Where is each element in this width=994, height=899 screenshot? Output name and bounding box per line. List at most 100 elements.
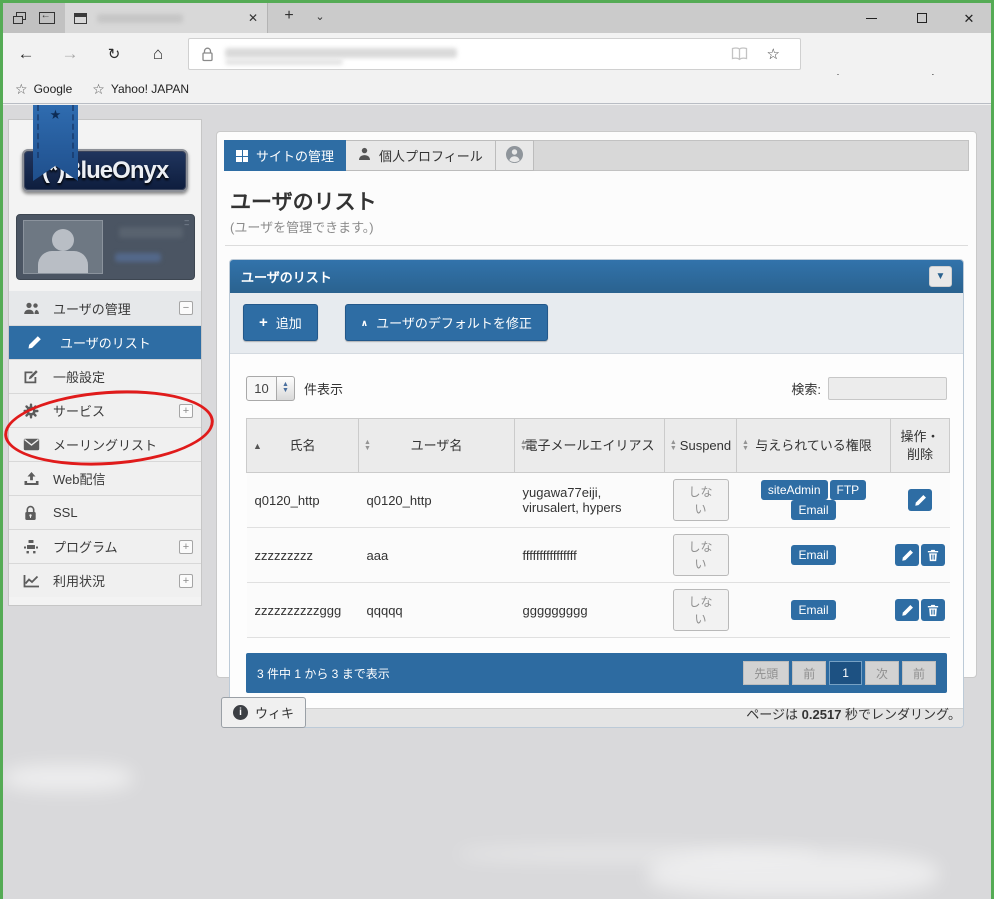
tab-extra[interactable] xyxy=(496,140,534,171)
web-page: ★ (*)BlueOnyx –– ユーザの管理 − xyxy=(3,105,991,899)
suspend-button[interactable]: しない xyxy=(673,479,729,521)
edit-square-icon xyxy=(23,369,40,384)
sidebar-item-label: ユーザのリスト xyxy=(60,333,151,352)
col-header-name[interactable]: ▲氏名 xyxy=(247,419,359,473)
capture-frame-top xyxy=(0,0,994,3)
bookmark-google[interactable]: ☆Google xyxy=(15,81,72,98)
sidebar-item-label: ユーザの管理 xyxy=(53,299,131,318)
pagination-prev[interactable]: 前 xyxy=(792,661,826,685)
set-aside-area xyxy=(3,3,65,33)
tab-preview-chevron-icon[interactable]: ⌄ xyxy=(309,10,331,23)
maximize-icon xyxy=(917,13,927,23)
main-content-card: サイトの管理 個人プロフィール ユーザのリスト (ユーザを管理できます。) xyxy=(216,131,977,678)
add-favorite-star-icon[interactable]: ☆ xyxy=(767,45,780,63)
perm-badge: siteAdmin xyxy=(761,480,828,500)
sidebar-item-user-list[interactable]: ユーザのリスト xyxy=(9,325,201,359)
cell-name: q0120_http xyxy=(247,473,359,528)
minimize-icon xyxy=(866,18,877,19)
sort-both-icon: ▲▼ xyxy=(364,440,371,452)
sidebar-item-usage[interactable]: 利用状況 + xyxy=(9,563,201,597)
sidebar-item-general-settings[interactable]: 一般設定 xyxy=(9,359,201,393)
spinner-arrows-icon[interactable]: ▲▼ xyxy=(277,376,295,401)
sidebar-item-ssl[interactable]: SSL xyxy=(9,495,201,529)
close-icon: ✕ xyxy=(964,12,975,25)
col-header-email-alias[interactable]: ▲▼電子メールエイリアス xyxy=(515,419,665,473)
plus-icon: + xyxy=(259,318,268,328)
reading-view-icon xyxy=(731,47,748,66)
upload-icon xyxy=(23,471,40,486)
panel-toolbar: +追加 ∧ユーザのデフォルトを修正 xyxy=(230,293,963,354)
delete-button[interactable] xyxy=(921,544,945,566)
perm-badge: Email xyxy=(791,500,835,520)
maximize-button[interactable] xyxy=(899,3,945,33)
cell-name: zzzzzzzzz xyxy=(247,528,359,583)
bookmark-yahoo-japan[interactable]: ☆Yahoo! JAPAN xyxy=(92,81,189,98)
person-icon xyxy=(358,147,371,164)
tab-bar-filler xyxy=(534,140,969,171)
tab-label: 個人プロフィール xyxy=(379,146,483,165)
new-tab-button[interactable]: + xyxy=(278,7,300,25)
pagination-next[interactable]: 次 xyxy=(865,661,899,685)
sidebar-item-label: 利用状況 xyxy=(53,571,105,590)
perm-badge: FTP xyxy=(830,480,867,500)
table-row: zzzzzzzzz aaa ffffffffffffffff しない Email xyxy=(247,528,950,583)
content-tab-bar: サイトの管理 個人プロフィール xyxy=(224,140,969,171)
bookmark-label: Google xyxy=(34,82,73,96)
expand-box-icon[interactable]: + xyxy=(179,540,193,554)
pagination-last[interactable]: 前 xyxy=(902,661,936,685)
sort-both-icon: ▲▼ xyxy=(670,440,677,452)
user-list-panel: ユーザのリスト ▼ +追加 ∧ユーザのデフォルトを修正 10 ▲▼ 件表示 xyxy=(229,259,964,728)
sidebar-item-user-management[interactable]: ユーザの管理 − xyxy=(9,291,201,325)
pagination-first[interactable]: 先頭 xyxy=(743,661,789,685)
table-row: q0120_http q0120_http yugawa77eiji, viru… xyxy=(247,473,950,528)
cell-aliases: ggggggggg xyxy=(515,583,665,638)
program-icon xyxy=(23,539,40,555)
suspend-button[interactable]: しない xyxy=(673,589,729,631)
wiki-button[interactable]: i ウィキ xyxy=(221,697,306,728)
cell-username: qqqqq xyxy=(359,583,515,638)
search-input[interactable] xyxy=(828,377,947,400)
collapse-box-icon[interactable]: − xyxy=(179,301,193,315)
edit-defaults-button[interactable]: ∧ユーザのデフォルトを修正 xyxy=(345,304,548,341)
browser-tab-strip: ✕ + ⌄ ✕ xyxy=(3,3,991,33)
pencil-icon xyxy=(27,335,44,350)
tab-close-icon[interactable]: ✕ xyxy=(248,11,258,25)
tabs-set-aside-icon[interactable] xyxy=(13,12,28,25)
sidebar-item-web-delivery[interactable]: Web配信 xyxy=(9,461,201,495)
col-header-suspend[interactable]: ▲▼Suspend xyxy=(665,419,737,473)
col-header-username[interactable]: ▲▼ユーザ名 xyxy=(359,419,515,473)
edit-button[interactable] xyxy=(895,599,919,621)
sort-both-icon: ▲▼ xyxy=(742,440,749,452)
suspend-button[interactable]: しない xyxy=(673,534,729,576)
close-button[interactable]: ✕ xyxy=(946,3,992,33)
search-area: 検索: xyxy=(791,377,947,400)
pagination-current-page[interactable]: 1 xyxy=(829,661,862,685)
panel-header: ユーザのリスト ▼ xyxy=(230,260,963,293)
home-icon[interactable]: ⌂ xyxy=(143,33,173,75)
tab-site-management[interactable]: サイトの管理 xyxy=(224,140,346,171)
set-tabs-aside-icon[interactable] xyxy=(39,12,55,24)
blur-smudge xyxy=(648,851,938,897)
add-button[interactable]: +追加 xyxy=(243,304,318,341)
back-icon[interactable]: ← xyxy=(11,33,41,75)
delete-button[interactable] xyxy=(921,599,945,621)
sidebar-item-programs[interactable]: プログラム + xyxy=(9,529,201,563)
page-size-select[interactable]: 10 ▲▼ xyxy=(246,376,295,401)
tab-personal-profile[interactable]: 個人プロフィール xyxy=(346,140,496,171)
edit-button[interactable] xyxy=(908,489,932,511)
refresh-icon[interactable]: ↻ xyxy=(99,33,129,75)
col-header-permissions[interactable]: ▲▼与えられている権限 xyxy=(737,419,891,473)
divider xyxy=(225,245,968,246)
render-time-text: ページは 0.2517 秒でレンダリング。 xyxy=(746,704,961,723)
address-bar[interactable]: ☆ xyxy=(188,38,801,70)
browser-tab[interactable]: ✕ xyxy=(65,3,268,33)
minimize-button[interactable] xyxy=(848,3,894,33)
panel-collapse-button[interactable]: ▼ xyxy=(929,266,952,287)
edit-button[interactable] xyxy=(895,544,919,566)
chart-icon xyxy=(23,574,40,588)
blur-smudge xyxy=(3,765,133,791)
page-size-value: 10 xyxy=(246,376,277,401)
profile-card: –– xyxy=(16,214,195,280)
cell-username: aaa xyxy=(359,528,515,583)
expand-box-icon[interactable]: + xyxy=(179,574,193,588)
